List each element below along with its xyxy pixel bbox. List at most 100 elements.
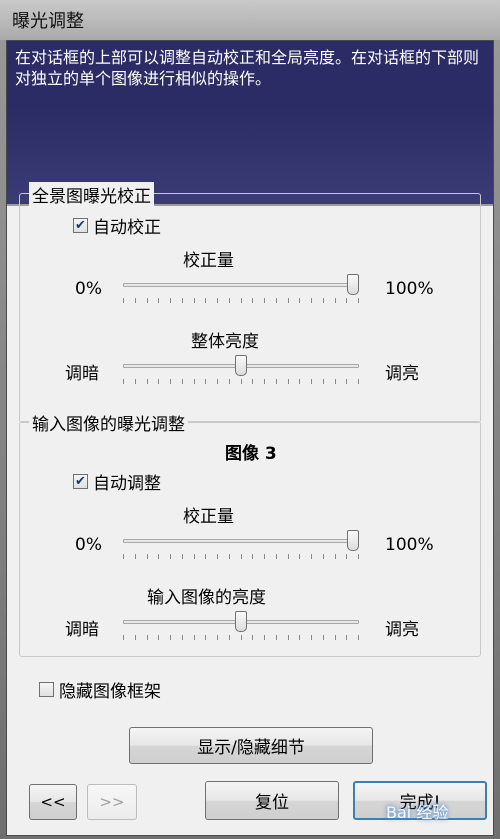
window-title: 曝光调整: [12, 11, 84, 32]
slider-tick: [264, 554, 265, 559]
slider-tick: [147, 554, 148, 559]
slider-tick: [217, 554, 218, 559]
slider-tick: [252, 379, 253, 384]
slider-tick: [358, 554, 359, 559]
slider-tick: [276, 379, 277, 384]
input-brightness-title: 输入图像的亮度: [147, 588, 266, 608]
slider-tick: [229, 554, 230, 559]
slider-tick: [123, 635, 124, 640]
slider-tick: [123, 554, 124, 559]
slider-tick: [205, 379, 206, 384]
auto-correct-label: 自动校正: [93, 218, 161, 238]
slider-thumb[interactable]: [347, 274, 359, 295]
slider-tick: [135, 554, 136, 559]
slider-tick: [229, 635, 230, 640]
auto-correct-check-box[interactable]: ✔: [73, 218, 88, 233]
slider-tick: [311, 298, 312, 303]
slider-track[interactable]: [123, 283, 359, 287]
slider-tick: [288, 379, 289, 384]
slider-tick: [299, 379, 300, 384]
watermark: Bai 经验: [386, 803, 449, 822]
slider-tick: [217, 379, 218, 384]
auto-adjust-check-box[interactable]: ✔: [73, 474, 88, 489]
slider-tick: [252, 554, 253, 559]
slider-tick: [323, 554, 324, 559]
slider-tick: [346, 554, 347, 559]
reset-button[interactable]: 复位: [205, 781, 339, 820]
slider-tick: [158, 635, 159, 640]
exposure-dialog: 曝光调整 在对话框的上部可以调整自动校正和全局亮度。在对话框的下部则对独立的单个…: [0, 0, 500, 839]
slider-tick: [229, 379, 230, 384]
slider-tick: [288, 635, 289, 640]
slider-tick: [170, 554, 171, 559]
slider-tick: [323, 379, 324, 384]
next-button[interactable]: >>: [87, 784, 137, 820]
slider-tick: [194, 379, 195, 384]
slider-track[interactable]: [123, 539, 359, 543]
slider-tick: [358, 298, 359, 303]
slider-tick: [276, 554, 277, 559]
image-correction-title: 校正量: [183, 507, 234, 527]
slider-tick: [123, 379, 124, 384]
slider-tick: [135, 635, 136, 640]
overall-brightness-title: 整体亮度: [191, 332, 259, 352]
slider-tick: [158, 554, 159, 559]
slider-tick: [311, 379, 312, 384]
title-bar[interactable]: 曝光调整: [0, 0, 500, 40]
brightness-min-label: 调暗: [65, 364, 99, 384]
slider-tick: [170, 298, 171, 303]
slider-tick: [323, 635, 324, 640]
hide-frame-label: 隐藏图像框架: [59, 682, 161, 702]
slider-tick: [205, 635, 206, 640]
slider-thumb[interactable]: [235, 611, 247, 632]
slider-tick: [335, 554, 336, 559]
slider-tick: [358, 635, 359, 640]
auto-adjust-checkbox[interactable]: ✔ 自动调整: [73, 469, 161, 494]
slider-tick: [158, 298, 159, 303]
slider-tick: [299, 635, 300, 640]
slider-thumb[interactable]: [347, 530, 359, 551]
slider-tick: [205, 554, 206, 559]
slider-tick: [335, 635, 336, 640]
slider-tick: [264, 635, 265, 640]
slider-ticks: [123, 298, 359, 304]
slider-tick: [264, 379, 265, 384]
image-brightness-max-label: 调亮: [385, 620, 419, 640]
toggle-details-button[interactable]: 显示/隐藏细节: [129, 727, 373, 764]
slider-tick: [276, 298, 277, 303]
brightness-max-label: 调亮: [385, 364, 419, 384]
slider-tick: [346, 298, 347, 303]
panorama-group-legend: 全景图曝光校正: [29, 182, 154, 207]
hide-frame-checkbox[interactable]: 隐藏图像框架: [39, 677, 161, 702]
slider-tick: [147, 635, 148, 640]
input-group-legend: 输入图像的曝光调整: [29, 410, 188, 435]
slider-tick: [276, 635, 277, 640]
image-correction-max-label: 100%: [385, 535, 434, 555]
image-correction-min-label: 0%: [75, 535, 102, 555]
dialog-body: 在对话框的上部可以调整自动校正和全局亮度。在对话框的下部则对独立的单个图像进行相…: [6, 40, 494, 836]
slider-tick: [158, 379, 159, 384]
previous-button[interactable]: <<: [29, 784, 77, 820]
slider-tick: [288, 298, 289, 303]
slider-tick: [147, 379, 148, 384]
hide-frame-check-box[interactable]: [39, 682, 54, 697]
slider-ticks: [123, 554, 359, 560]
slider-tick: [288, 554, 289, 559]
correction-amount-title: 校正量: [183, 251, 234, 271]
auto-correct-checkbox[interactable]: ✔ 自动校正: [73, 213, 161, 238]
slider-tick: [182, 635, 183, 640]
slider-ticks: [123, 635, 359, 641]
slider-tick: [358, 379, 359, 384]
slider-tick: [252, 635, 253, 640]
slider-tick: [135, 379, 136, 384]
slider-tick: [346, 635, 347, 640]
slider-tick: [252, 298, 253, 303]
slider-tick: [194, 554, 195, 559]
slider-thumb[interactable]: [235, 355, 247, 376]
correction-min-label: 0%: [75, 279, 102, 299]
correction-max-label: 100%: [385, 279, 434, 299]
slider-tick: [264, 298, 265, 303]
slider-tick: [182, 379, 183, 384]
slider-tick: [299, 554, 300, 559]
slider-tick: [299, 298, 300, 303]
